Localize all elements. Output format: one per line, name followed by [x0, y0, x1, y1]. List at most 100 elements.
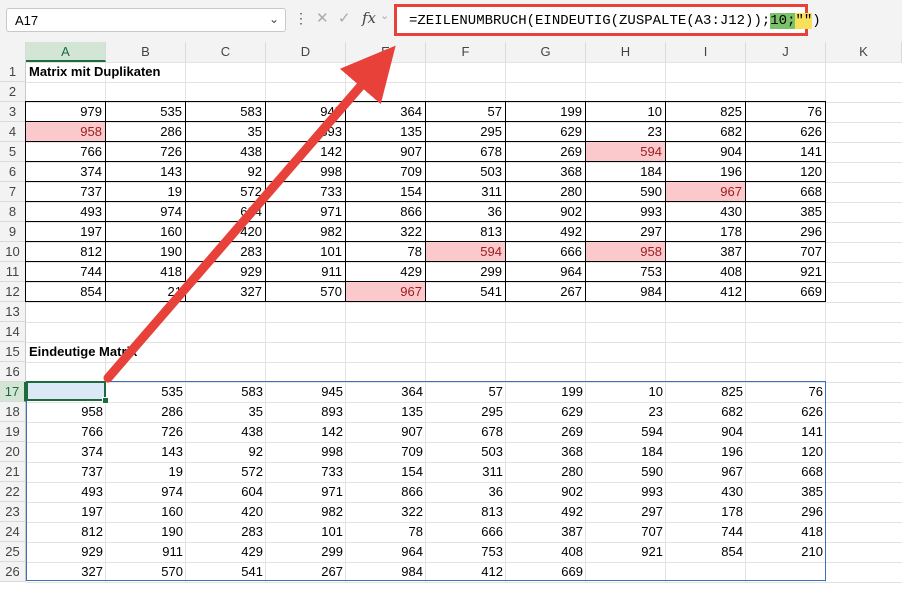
duplicates-matrix-cell[interactable]: 196 [665, 161, 746, 182]
duplicates-matrix-cell[interactable]: 604 [185, 201, 266, 222]
duplicates-matrix-cell[interactable]: 286 [105, 121, 186, 142]
duplicates-matrix-cell[interactable]: 668 [745, 181, 826, 202]
duplicates-matrix-cell[interactable]: 626 [745, 121, 826, 142]
duplicates-matrix-cell[interactable]: 709 [345, 161, 426, 182]
duplicates-matrix-cell[interactable]: 541 [425, 281, 506, 302]
duplicates-matrix-cell[interactable]: 280 [505, 181, 586, 202]
row-header-10[interactable]: 10 [0, 242, 26, 262]
name-box[interactable]: A17 ⌄ [6, 8, 286, 32]
duplicates-matrix-cell[interactable]: 269 [505, 141, 586, 162]
duplicates-matrix-cell[interactable]: 893 [265, 121, 346, 142]
duplicates-matrix-cell[interactable]: 726 [105, 141, 186, 162]
duplicates-matrix-cell[interactable]: 57 [425, 101, 506, 122]
duplicates-matrix-cell[interactable]: 866 [345, 201, 426, 222]
row-header-24[interactable]: 24 [0, 522, 26, 542]
more-options-icon[interactable]: ⋮ [294, 10, 308, 27]
row-header-13[interactable]: 13 [0, 302, 26, 322]
duplicates-matrix-cell[interactable]: 135 [345, 121, 426, 142]
duplicates-matrix-cell[interactable]: 958 [25, 121, 106, 142]
duplicates-matrix-cell[interactable]: 197 [25, 221, 106, 242]
duplicates-matrix-cell[interactable]: 10 [585, 101, 666, 122]
row-header-19[interactable]: 19 [0, 422, 26, 442]
row-header-21[interactable]: 21 [0, 462, 26, 482]
duplicates-matrix-cell[interactable]: 101 [265, 241, 346, 262]
duplicates-matrix-cell[interactable]: 979 [25, 101, 106, 122]
duplicates-matrix-cell[interactable]: 327 [185, 281, 266, 302]
duplicates-matrix-cell[interactable]: 283 [185, 241, 266, 262]
duplicates-matrix-cell[interactable]: 184 [585, 161, 666, 182]
duplicates-matrix-cell[interactable]: 385 [745, 201, 826, 222]
select-all-corner[interactable] [0, 42, 26, 62]
duplicates-matrix-cell[interactable]: 420 [185, 221, 266, 242]
duplicates-matrix-cell[interactable]: 78 [345, 241, 426, 262]
duplicates-matrix-cell[interactable]: 825 [665, 101, 746, 122]
formula-input[interactable]: =ZEILENUMBRUCH(EINDEUTIG(ZUSPALTE(A3:J12… [394, 4, 821, 36]
duplicates-matrix-cell[interactable]: 982 [265, 221, 346, 242]
duplicates-matrix-cell[interactable]: 267 [505, 281, 586, 302]
row-header-4[interactable]: 4 [0, 122, 26, 142]
column-header-G[interactable]: G [506, 42, 586, 62]
column-header-B[interactable]: B [106, 42, 186, 62]
column-header-A[interactable]: A [26, 42, 106, 62]
row-header-2[interactable]: 2 [0, 82, 26, 102]
duplicates-matrix-cell[interactable]: 92 [185, 161, 266, 182]
duplicates-matrix-cell[interactable]: 993 [585, 201, 666, 222]
duplicates-matrix-cell[interactable]: 429 [345, 261, 426, 282]
duplicates-matrix-cell[interactable]: 590 [585, 181, 666, 202]
duplicates-matrix-cell[interactable]: 21 [105, 281, 186, 302]
row-header-9[interactable]: 9 [0, 222, 26, 242]
duplicates-matrix-cell[interactable]: 964 [505, 261, 586, 282]
row-header-26[interactable]: 26 [0, 562, 26, 582]
column-header-K[interactable]: K [826, 42, 902, 62]
duplicates-matrix-cell[interactable]: 629 [505, 121, 586, 142]
duplicates-matrix-cell[interactable]: 492 [505, 221, 586, 242]
duplicates-matrix-cell[interactable]: 23 [585, 121, 666, 142]
function-icon[interactable]: fx [362, 9, 376, 27]
row-header-16[interactable]: 16 [0, 362, 26, 382]
duplicates-matrix-cell[interactable]: 733 [265, 181, 346, 202]
row-header-5[interactable]: 5 [0, 142, 26, 162]
duplicates-matrix-cell[interactable]: 143 [105, 161, 186, 182]
duplicates-matrix-cell[interactable]: 412 [665, 281, 746, 302]
cancel-icon[interactable]: ✕ [316, 9, 329, 27]
row-header-17[interactable]: 17 [0, 382, 26, 402]
duplicates-matrix-cell[interactable]: 967 [665, 181, 746, 202]
duplicates-matrix-cell[interactable]: 594 [425, 241, 506, 262]
duplicates-matrix-cell[interactable]: 971 [265, 201, 346, 222]
column-header-H[interactable]: H [586, 42, 666, 62]
duplicates-matrix-cell[interactable]: 503 [425, 161, 506, 182]
row-header-15[interactable]: 15 [0, 342, 26, 362]
duplicates-matrix-cell[interactable]: 199 [505, 101, 586, 122]
row-header-23[interactable]: 23 [0, 502, 26, 522]
duplicates-matrix-cell[interactable]: 19 [105, 181, 186, 202]
duplicates-matrix-cell[interactable]: 408 [665, 261, 746, 282]
duplicates-matrix-cell[interactable]: 374 [25, 161, 106, 182]
duplicates-matrix-cell[interactable]: 753 [585, 261, 666, 282]
duplicates-matrix-cell[interactable]: 929 [185, 261, 266, 282]
duplicates-matrix-cell[interactable]: 364 [345, 101, 426, 122]
duplicates-matrix-cell[interactable]: 974 [105, 201, 186, 222]
duplicates-matrix-cell[interactable]: 160 [105, 221, 186, 242]
row-header-14[interactable]: 14 [0, 322, 26, 342]
duplicates-matrix-cell[interactable]: 299 [425, 261, 506, 282]
duplicates-matrix-cell[interactable]: 958 [585, 241, 666, 262]
duplicates-matrix-cell[interactable]: 902 [505, 201, 586, 222]
duplicates-matrix-cell[interactable]: 120 [745, 161, 826, 182]
duplicates-matrix-cell[interactable]: 154 [345, 181, 426, 202]
duplicates-matrix-cell[interactable]: 76 [745, 101, 826, 122]
duplicates-matrix-cell[interactable]: 297 [585, 221, 666, 242]
duplicates-matrix-cell[interactable]: 682 [665, 121, 746, 142]
fill-handle[interactable] [102, 397, 109, 404]
duplicates-matrix-cell[interactable]: 535 [105, 101, 186, 122]
chevron-down-icon[interactable]: ⌄ [269, 12, 279, 26]
duplicates-matrix-cell[interactable]: 911 [265, 261, 346, 282]
duplicates-matrix-cell[interactable]: 493 [25, 201, 106, 222]
duplicates-matrix-cell[interactable]: 707 [745, 241, 826, 262]
duplicates-matrix-cell[interactable]: 984 [585, 281, 666, 302]
duplicates-matrix-cell[interactable]: 907 [345, 141, 426, 162]
duplicates-matrix-cell[interactable]: 813 [425, 221, 506, 242]
active-cell[interactable] [26, 381, 106, 401]
duplicates-matrix-cell[interactable]: 142 [265, 141, 346, 162]
row-header-12[interactable]: 12 [0, 282, 26, 302]
duplicates-matrix-cell[interactable]: 945 [265, 101, 346, 122]
